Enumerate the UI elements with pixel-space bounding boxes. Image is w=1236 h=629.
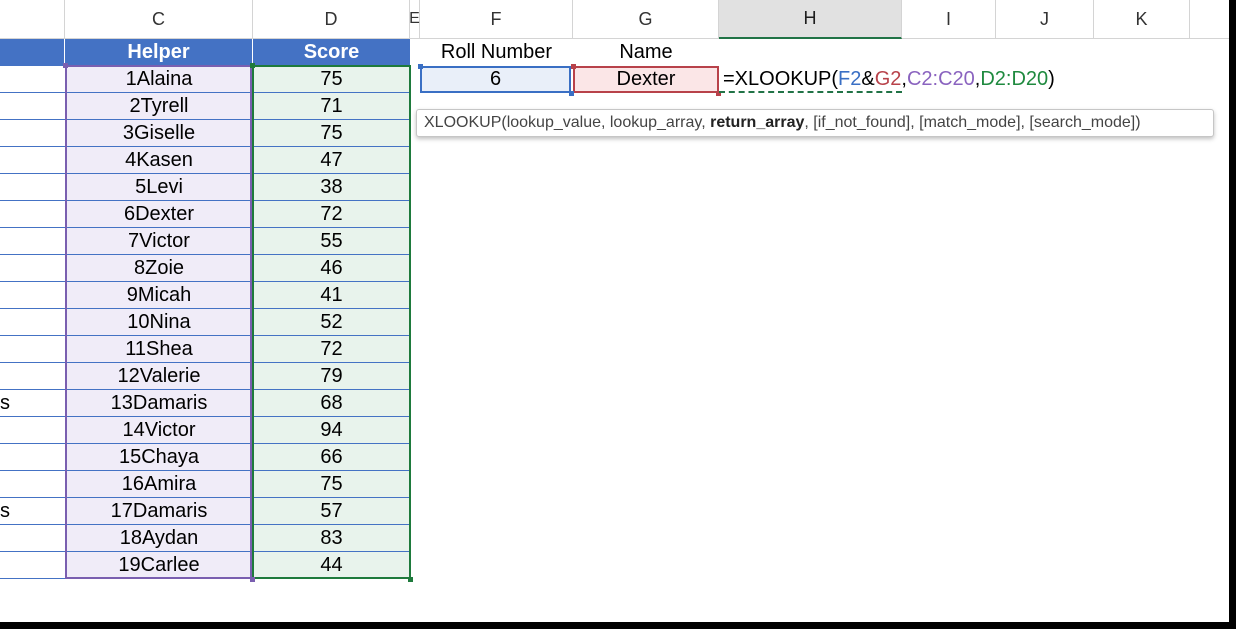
table-cell-b[interactable] — [0, 228, 65, 255]
tooltip-pre: XLOOKUP(lookup_value, lookup_array, — [424, 114, 706, 131]
column-header-g[interactable]: G — [573, 0, 719, 39]
score-cell[interactable]: 94 — [253, 417, 410, 444]
table-cell-b[interactable] — [0, 93, 65, 120]
helper-cell[interactable]: 8Zoie — [65, 255, 253, 282]
formula-suffix: ) — [1048, 68, 1055, 90]
range-handle[interactable] — [418, 64, 423, 69]
table-cell-b[interactable] — [0, 147, 65, 174]
score-cell[interactable]: 55 — [253, 228, 410, 255]
column-header-b-partial[interactable] — [0, 0, 65, 39]
score-cell[interactable]: 52 — [253, 309, 410, 336]
helper-cell[interactable]: 1Alaina — [65, 66, 253, 93]
table-cell-b[interactable] — [0, 282, 65, 309]
table-cell-b[interactable]: s — [0, 498, 65, 525]
score-cell[interactable]: 57 — [253, 498, 410, 525]
score-cell[interactable]: 75 — [253, 66, 410, 93]
table-cell-b[interactable] — [0, 174, 65, 201]
score-cell[interactable]: 75 — [253, 120, 410, 147]
column-header-e[interactable]: E — [409, 0, 420, 39]
helper-cell[interactable]: 10Nina — [65, 309, 253, 336]
formula-edit-cell[interactable]: =XLOOKUP(F2 & G2, C2:C20, D2:D20) — [719, 66, 1055, 93]
helper-cell[interactable]: 13Damaris — [65, 390, 253, 417]
helper-cell[interactable]: 17Damaris — [65, 498, 253, 525]
function-signature-tooltip[interactable]: XLOOKUP(lookup_value, lookup_array, retu… — [416, 109, 1214, 137]
score-cell[interactable]: 72 — [253, 201, 410, 228]
table-cell-b[interactable] — [0, 525, 65, 552]
helper-cell[interactable]: 16Amira — [65, 471, 253, 498]
formula-prefix: =XLOOKUP( — [723, 68, 839, 90]
helper-cell[interactable]: 2Tyrell — [65, 93, 253, 120]
score-cell[interactable]: 72 — [253, 336, 410, 363]
range-handle[interactable] — [250, 577, 255, 582]
column-header-i[interactable]: I — [902, 0, 996, 39]
helper-cell[interactable]: 15Chaya — [65, 444, 253, 471]
name-header[interactable]: Name — [573, 39, 719, 66]
formula-ampersand: & — [861, 68, 875, 90]
table-cell-b[interactable] — [0, 417, 65, 444]
range-handle[interactable] — [408, 577, 413, 582]
score-cell[interactable]: 44 — [253, 552, 410, 579]
roll-number-cell[interactable]: 6 — [420, 66, 571, 93]
score-header[interactable]: Score — [253, 39, 410, 66]
table-cell-b[interactable] — [0, 201, 65, 228]
table-cell-b[interactable] — [0, 444, 65, 471]
column-header-d[interactable]: D — [253, 0, 410, 39]
score-cell[interactable]: 38 — [253, 174, 410, 201]
helper-cell[interactable]: 7Victor — [65, 228, 253, 255]
table-cell-b[interactable] — [0, 309, 65, 336]
helper-cell[interactable]: 3Giselle — [65, 120, 253, 147]
column-header-j[interactable]: J — [996, 0, 1094, 39]
roll-number-header[interactable]: Roll Number — [420, 39, 573, 66]
formula-ref-c-range: C2:C20 — [906, 68, 975, 90]
spreadsheet-grid: C D E F G H I J K Helper Score 1Alaina 75… — [0, 0, 1229, 622]
formula-ref-d-range: D2:D20 — [980, 68, 1049, 90]
score-cell[interactable]: 47 — [253, 147, 410, 174]
score-cell[interactable]: 66 — [253, 444, 410, 471]
helper-cell[interactable]: 14Victor — [65, 417, 253, 444]
range-handle[interactable] — [569, 91, 574, 96]
table-cell-b[interactable] — [0, 120, 65, 147]
column-header-h[interactable]: H — [719, 0, 902, 39]
table-cell-b[interactable] — [0, 471, 65, 498]
tooltip-current-arg: return_array — [710, 114, 805, 131]
header-cell-b[interactable] — [0, 39, 65, 66]
helper-cell[interactable]: 18Aydan — [65, 525, 253, 552]
score-cell[interactable]: 75 — [253, 471, 410, 498]
tooltip-post: , [if_not_found], [match_mode], [search_… — [804, 114, 1141, 131]
table-cell-b[interactable] — [0, 336, 65, 363]
table-cell-b[interactable] — [0, 552, 65, 579]
name-cell[interactable]: Dexter — [573, 66, 719, 93]
table-cell-b[interactable] — [0, 363, 65, 390]
formula-ref-f2: F2 — [838, 68, 862, 90]
column-header-f[interactable]: F — [420, 0, 573, 39]
table-cell-b[interactable] — [0, 255, 65, 282]
score-cell[interactable]: 68 — [253, 390, 410, 417]
score-cell[interactable]: 41 — [253, 282, 410, 309]
helper-cell[interactable]: 4Kasen — [65, 147, 253, 174]
score-cell[interactable]: 79 — [253, 363, 410, 390]
helper-cell[interactable]: 9Micah — [65, 282, 253, 309]
range-handle[interactable] — [571, 64, 576, 69]
column-header-blank — [1190, 0, 1229, 39]
score-cell[interactable]: 83 — [253, 525, 410, 552]
helper-header[interactable]: Helper — [65, 39, 253, 66]
formula-ref-g2: G2 — [874, 68, 902, 90]
range-handle[interactable] — [63, 63, 68, 68]
table-cell-b[interactable] — [0, 66, 65, 93]
score-cell[interactable]: 46 — [253, 255, 410, 282]
helper-cell[interactable]: 11Shea — [65, 336, 253, 363]
range-handle[interactable] — [250, 63, 255, 68]
score-cell[interactable]: 71 — [253, 93, 410, 120]
helper-cell[interactable]: 12Valerie — [65, 363, 253, 390]
helper-cell[interactable]: 6Dexter — [65, 201, 253, 228]
table-cell-b[interactable]: s — [0, 390, 65, 417]
column-header-k[interactable]: K — [1094, 0, 1190, 39]
helper-cell[interactable]: 5Levi — [65, 174, 253, 201]
helper-cell[interactable]: 19Carlee — [65, 552, 253, 579]
column-header-c[interactable]: C — [65, 0, 253, 39]
